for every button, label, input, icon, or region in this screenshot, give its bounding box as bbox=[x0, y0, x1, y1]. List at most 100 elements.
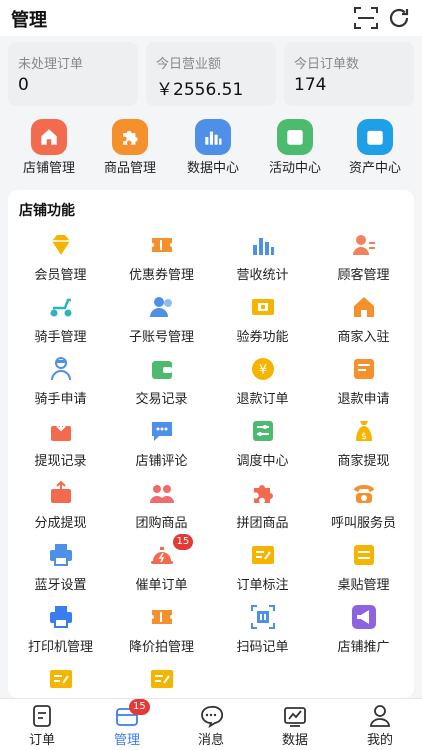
function-item[interactable]: 子账号管理 bbox=[111, 294, 212, 352]
tab-label: 订单 bbox=[28, 733, 55, 748]
megaphone-icon bbox=[351, 604, 377, 630]
scan-icon[interactable] bbox=[354, 7, 378, 29]
manage-icon: 15 bbox=[115, 699, 150, 728]
function-item-label: 顾客管理 bbox=[337, 268, 390, 283]
function-item[interactable]: 退款申请 bbox=[313, 356, 414, 414]
function-item-label: 蓝牙设置 bbox=[34, 578, 87, 593]
stat-value: 0 bbox=[18, 75, 29, 95]
dispatch-icon bbox=[250, 418, 276, 444]
function-item-label: 商家提现 bbox=[337, 454, 390, 469]
function-item-label: 交易记录 bbox=[135, 392, 188, 407]
quick-entry-bar-chart[interactable]: 数据中心 bbox=[171, 116, 255, 176]
function-item-label: 商家入驻 bbox=[337, 330, 390, 345]
svg-text:$: $ bbox=[361, 432, 367, 442]
function-item[interactable]: 拼团商品 bbox=[212, 480, 313, 538]
function-item[interactable]: 售后订单 bbox=[111, 666, 212, 698]
function-item[interactable]: 店铺评论 bbox=[111, 418, 212, 476]
quick-entry-activity[interactable]: 活动中心 bbox=[253, 116, 337, 176]
function-item-label: 验券功能 bbox=[236, 330, 289, 345]
function-item[interactable]: 骑手申请 bbox=[10, 356, 111, 414]
function-item[interactable]: 顾客管理 bbox=[313, 232, 414, 290]
note-icon bbox=[250, 542, 276, 568]
refresh-icon[interactable] bbox=[387, 6, 411, 30]
stat-label: 未处理订单 bbox=[18, 57, 84, 72]
function-item[interactable]: 交易记录 bbox=[111, 356, 212, 414]
bar-chart-icon bbox=[250, 232, 276, 258]
users-icon bbox=[149, 294, 175, 320]
stat-value: ￥2556.51 bbox=[156, 80, 244, 100]
rider-icon bbox=[48, 356, 74, 382]
stat-value: 174 bbox=[294, 75, 327, 95]
notification-badge: 15 bbox=[172, 534, 194, 550]
customer-icon bbox=[351, 232, 377, 258]
tab-order[interactable]: 订单 bbox=[0, 699, 84, 750]
function-item[interactable]: 店铺推广 bbox=[313, 604, 414, 662]
quick-entry-home[interactable]: 店铺管理 bbox=[7, 116, 91, 176]
bottom-tab-bar: 订单 15 管理 消息 数据 我的 bbox=[0, 698, 422, 750]
function-item[interactable]: 打印机管理 bbox=[10, 604, 111, 662]
function-item-label: 催单订单 bbox=[135, 578, 188, 593]
quick-entry-label: 活动中心 bbox=[268, 161, 321, 176]
quick-entry-wallet[interactable]: 资产中心 bbox=[333, 116, 417, 176]
function-item[interactable]: 投诉处理 bbox=[10, 666, 111, 698]
function-item[interactable]: 提现记录 bbox=[10, 418, 111, 476]
printer-icon bbox=[48, 542, 74, 568]
function-item[interactable]: ¥ 退款订单 bbox=[212, 356, 313, 414]
function-item[interactable]: 扫码记单 bbox=[212, 604, 313, 662]
function-item-label: 骑手申请 bbox=[34, 392, 87, 407]
svg-text:¥: ¥ bbox=[258, 363, 266, 378]
stat-card-pending-orders[interactable]: 未处理订单 0 bbox=[8, 42, 138, 106]
stat-label: 今日营业额 bbox=[156, 57, 222, 72]
stat-card-today-revenue[interactable]: 今日营业额 ￥2556.51 bbox=[146, 42, 276, 106]
tab-message[interactable]: 消息 bbox=[169, 699, 253, 750]
function-item[interactable]: $ 商家提现 bbox=[313, 418, 414, 476]
function-item[interactable]: 团购商品 bbox=[111, 480, 212, 538]
function-item-label: 降价拍管理 bbox=[128, 640, 194, 655]
function-item[interactable]: 骑手管理 bbox=[10, 294, 111, 352]
function-item[interactable]: 呼叫服务员 bbox=[313, 480, 414, 538]
quick-entry-label: 店铺管理 bbox=[22, 161, 75, 176]
function-item[interactable]: 订单标注 bbox=[212, 542, 313, 600]
function-item-label: 优惠券管理 bbox=[128, 268, 194, 283]
function-item-label: 调度中心 bbox=[236, 454, 289, 469]
function-item[interactable]: 营收统计 bbox=[212, 232, 313, 290]
function-item[interactable]: 降价拍管理 bbox=[111, 604, 212, 662]
withdraw-icon bbox=[48, 418, 74, 444]
function-item[interactable]: 分成提现 bbox=[10, 480, 111, 538]
home-icon bbox=[351, 294, 377, 320]
top-bar: 管理 bbox=[0, 0, 422, 36]
refund-icon: ¥ bbox=[250, 356, 276, 382]
function-item-label: 订单标注 bbox=[236, 578, 289, 593]
function-item-label: 拼团商品 bbox=[236, 516, 289, 531]
function-item-label: 团购商品 bbox=[135, 516, 188, 531]
function-item-label: 提现记录 bbox=[34, 454, 87, 469]
tab-data[interactable]: 数据 bbox=[253, 699, 337, 750]
function-item[interactable]: 15 催单订单 bbox=[111, 534, 212, 600]
data-icon bbox=[283, 704, 307, 728]
function-item[interactable]: 调度中心 bbox=[212, 418, 313, 476]
quick-entry-row: 店铺管理 商品管理 数据中心 活动中心 资产中心 bbox=[0, 116, 422, 176]
notification-badge: 15 bbox=[129, 699, 150, 715]
tab-user[interactable]: 我的 bbox=[338, 699, 422, 750]
refund-apply-icon bbox=[351, 356, 377, 382]
puzzle-icon bbox=[112, 119, 148, 155]
printer-icon bbox=[48, 604, 74, 630]
function-item-label: 呼叫服务员 bbox=[330, 516, 396, 531]
comment-icon bbox=[149, 418, 175, 444]
function-item[interactable]: 商家入驻 bbox=[313, 294, 414, 352]
qr-icon bbox=[250, 604, 276, 630]
sticker-icon bbox=[351, 542, 377, 568]
money-bag-icon: $ bbox=[351, 418, 377, 444]
function-item[interactable]: 优惠券管理 bbox=[111, 232, 212, 290]
function-item[interactable]: 验券功能 bbox=[212, 294, 313, 352]
function-item[interactable]: 会员管理 bbox=[10, 232, 111, 290]
group-icon bbox=[149, 480, 175, 506]
tab-manage[interactable]: 15 管理 bbox=[85, 699, 169, 750]
page-title: 管理 bbox=[11, 10, 47, 31]
home-icon bbox=[31, 119, 67, 155]
function-item[interactable]: 桌贴管理 bbox=[313, 542, 414, 600]
quick-entry-puzzle[interactable]: 商品管理 bbox=[88, 116, 172, 176]
function-item[interactable]: 蓝牙设置 bbox=[10, 542, 111, 600]
stat-card-today-orders[interactable]: 今日订单数 174 bbox=[284, 42, 414, 106]
phone-icon bbox=[351, 480, 377, 506]
